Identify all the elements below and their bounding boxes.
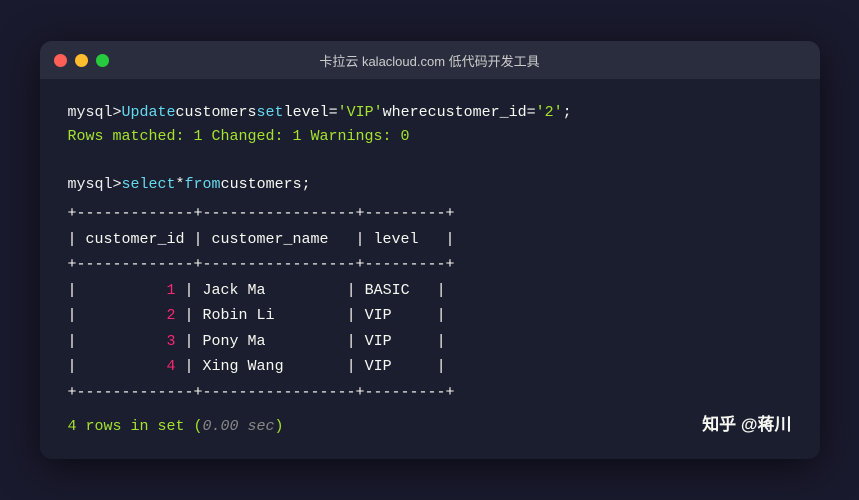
condition-value: '2'	[536, 101, 563, 125]
result-summary: 4 rows in set (0.00 sec)	[68, 415, 284, 439]
select-command-line: mysql>select * from customers;	[68, 173, 792, 197]
keyword-where: where	[383, 101, 428, 125]
terminal-window: 卡拉云 kalacloud.com 低代码开发工具 mysql>Update c…	[40, 41, 820, 458]
table-border-top: +-------------+-----------------+-------…	[68, 201, 792, 227]
time-value: 0.00 sec	[203, 418, 275, 435]
footer: 4 rows in set (0.00 sec) 知乎 @蒋川	[68, 411, 792, 438]
keyword-select: select	[122, 173, 176, 197]
table-header: | customer_id | customer_name | level |	[68, 227, 792, 253]
select-table: customers;	[221, 173, 311, 197]
table-row: | 3 | Pony Ma | VIP |	[68, 329, 792, 355]
select-star: *	[176, 173, 185, 197]
update-command-line: mysql>Update customers set level='VIP' w…	[68, 101, 792, 125]
field-level: level=	[284, 101, 338, 125]
table-container: +-------------+-----------------+-------…	[68, 201, 792, 405]
terminal-body: mysql>Update customers set level='VIP' w…	[40, 79, 820, 458]
keyword-set: set	[257, 101, 284, 125]
close-paren: )	[275, 418, 284, 435]
table-border-bottom: +-------------+-----------------+-------…	[68, 380, 792, 406]
maximize-button[interactable]	[96, 54, 109, 67]
status-line: Rows matched: 1 Changed: 1 Warnings: 0	[68, 125, 792, 149]
titlebar: 卡拉云 kalacloud.com 低代码开发工具	[40, 41, 820, 79]
minimize-button[interactable]	[75, 54, 88, 67]
condition-field: customer_id=	[428, 101, 536, 125]
table-border-header: +-------------+-----------------+-------…	[68, 252, 792, 278]
watermark: 知乎 @蒋川	[702, 411, 791, 438]
close-button[interactable]	[54, 54, 67, 67]
prompt: mysql>	[68, 101, 122, 125]
keyword-from: from	[185, 173, 221, 197]
traffic-lights	[54, 54, 109, 67]
row-count: 4 rows in set (	[68, 418, 203, 435]
table-row: | 2 | Robin Li | VIP |	[68, 303, 792, 329]
table-row: | 4 | Xing Wang | VIP |	[68, 354, 792, 380]
keyword-update: Update	[122, 101, 176, 125]
table-row: | 1 | Jack Ma | BASIC |	[68, 278, 792, 304]
semicolon: ;	[563, 101, 572, 125]
value-vip: 'VIP'	[338, 101, 383, 125]
table-name: customers	[176, 101, 257, 125]
select-prompt: mysql>	[68, 173, 122, 197]
window-title: 卡拉云 kalacloud.com 低代码开发工具	[319, 51, 539, 70]
